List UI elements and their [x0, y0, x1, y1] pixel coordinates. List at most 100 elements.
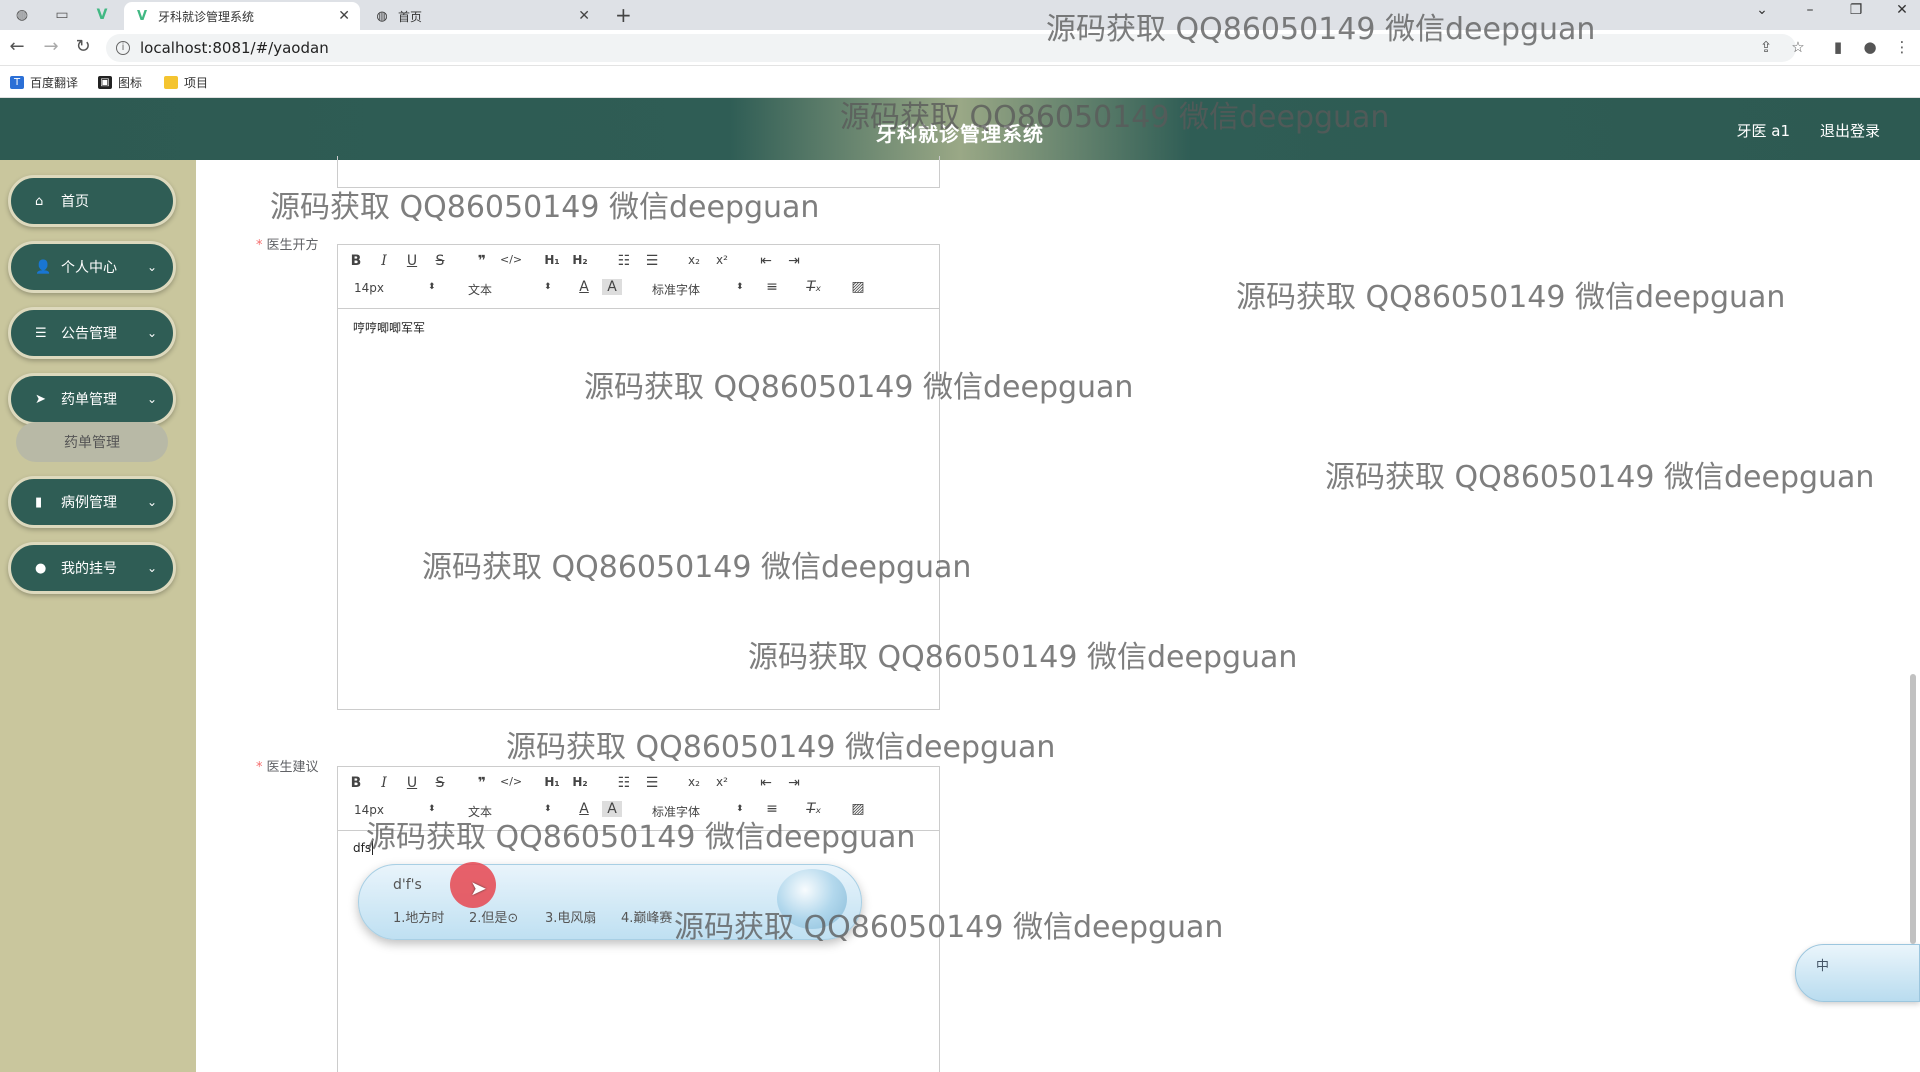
page-scrollbar[interactable]: [1910, 674, 1916, 944]
star-icon[interactable]: ☆: [1788, 38, 1808, 56]
sidebar-item-label: 药单管理: [61, 392, 117, 408]
bg-color-icon[interactable]: A: [602, 279, 622, 295]
ime-status-bar[interactable]: 中: [1795, 944, 1920, 1002]
h2-icon[interactable]: H₂: [570, 253, 590, 267]
sidebar-item-notice[interactable]: ☰ 公告管理 ⌄: [8, 307, 176, 359]
ordered-list-icon[interactable]: ☷: [614, 775, 634, 791]
updown-icon: ⬍: [428, 804, 436, 814]
bullet-list-icon[interactable]: ☰: [642, 775, 662, 791]
reload-icon[interactable]: ↻: [72, 36, 94, 57]
browser-tab-strip: ◍ ▭ V V 牙科就诊管理系统 ✕ ◍ 首页 ✕ + ⌄ – ❐ ✕: [0, 0, 1920, 30]
subscript-icon[interactable]: x₂: [684, 253, 704, 267]
code-icon[interactable]: </>: [500, 775, 522, 788]
editor-toolbar: B I U S ❞ </> H₁ H₂ ☷ ☰ x₂ x² ⇤ ⇥ 14px ⬍: [338, 245, 939, 309]
required-mark: *: [256, 238, 263, 253]
back-icon[interactable]: ←: [6, 36, 28, 57]
logout-link[interactable]: 退出登录: [1820, 120, 1880, 141]
sidepanel-icon[interactable]: ▮: [1828, 38, 1848, 56]
sidebar-item-personal[interactable]: 👤 个人中心 ⌄: [8, 241, 176, 293]
sidebar-item-home[interactable]: ⌂ 首页: [8, 175, 176, 227]
bookmark-item[interactable]: ▣ 图标: [98, 74, 142, 91]
share-icon[interactable]: ⇪: [1756, 38, 1776, 56]
quote-icon[interactable]: ❞: [472, 775, 492, 791]
submenu-prescription-manage[interactable]: 药单管理: [16, 422, 168, 462]
superscript-icon[interactable]: x²: [712, 775, 732, 789]
font-family-select[interactable]: 标准字体 ⬍: [652, 803, 746, 820]
indent-icon[interactable]: ⇥: [784, 775, 804, 791]
close-icon[interactable]: ✕: [338, 8, 350, 24]
quote-icon[interactable]: ❞: [472, 253, 492, 269]
window-close-icon[interactable]: ✕: [1892, 2, 1912, 18]
underline-icon[interactable]: U: [402, 775, 422, 791]
format-select[interactable]: 文本 ⬍: [468, 803, 552, 820]
updown-icon: ⬍: [736, 282, 744, 292]
required-mark: *: [256, 760, 263, 775]
sidebar-item-cases[interactable]: ▮ 病例管理 ⌄: [8, 476, 176, 528]
align-icon[interactable]: ≡: [762, 801, 782, 817]
sidebar-item-label: 我的挂号: [61, 561, 117, 577]
ime-candidate[interactable]: 3.电风扇: [545, 907, 596, 926]
align-icon[interactable]: ≡: [762, 279, 782, 295]
h1-icon[interactable]: H₁: [542, 253, 562, 267]
advice-editor-body[interactable]: dfs: [338, 831, 939, 865]
ime-candidate[interactable]: 4.巅峰赛: [621, 907, 672, 926]
blank-tab-icon[interactable]: ▭: [48, 4, 76, 26]
ordered-list-icon[interactable]: ☷: [614, 253, 634, 269]
underline-icon[interactable]: U: [402, 253, 422, 269]
outdent-icon[interactable]: ⇤: [756, 253, 776, 269]
strike-icon[interactable]: S: [430, 253, 450, 269]
tab-active[interactable]: V 牙科就诊管理系统 ✕: [124, 2, 360, 30]
font-size-select[interactable]: 14px ⬍: [354, 803, 438, 817]
new-tab-icon[interactable]: +: [615, 3, 632, 27]
vue-icon[interactable]: V: [88, 4, 116, 26]
font-color-icon[interactable]: A: [574, 801, 594, 817]
bg-color-icon[interactable]: A: [602, 801, 622, 817]
url-field[interactable]: i localhost:8081/#/yaodan: [106, 34, 1796, 62]
subscript-icon[interactable]: x₂: [684, 775, 704, 789]
current-user: 牙医 a1: [1736, 122, 1790, 140]
italic-icon[interactable]: I: [374, 253, 394, 269]
code-icon[interactable]: </>: [500, 253, 522, 266]
image-icon[interactable]: ▨: [848, 801, 868, 817]
info-icon[interactable]: i: [116, 41, 130, 55]
bookmark-label: 项目: [184, 76, 209, 90]
bookmark-item[interactable]: 项目: [164, 74, 208, 91]
prescription-editor-body[interactable]: 哼哼唧唧军军: [338, 309, 939, 346]
h2-icon[interactable]: H₂: [570, 775, 590, 789]
ime-decoration: [777, 869, 847, 929]
app-title: 牙科就诊管理系统: [876, 122, 1044, 146]
bold-icon[interactable]: B: [346, 253, 366, 269]
indent-icon[interactable]: ⇥: [784, 253, 804, 269]
font-family-select[interactable]: 标准字体 ⬍: [652, 281, 746, 298]
restore-icon[interactable]: ❐: [1846, 2, 1866, 18]
minimize-icon[interactable]: –: [1800, 2, 1820, 18]
bullet-list-icon[interactable]: ☰: [642, 253, 662, 269]
previous-field-box[interactable]: [337, 156, 940, 188]
clear-format-icon[interactable]: T̶ₓ: [804, 801, 824, 817]
bold-icon[interactable]: B: [346, 775, 366, 791]
chevron-down-icon[interactable]: ⌄: [1752, 2, 1772, 18]
image-icon[interactable]: ▨: [848, 279, 868, 295]
ime-candidate[interactable]: 1.地方时: [393, 907, 444, 926]
close-icon[interactable]: ✕: [578, 8, 590, 24]
ime-composition: d'f's: [393, 877, 422, 893]
globe-icon[interactable]: ◍: [8, 4, 36, 26]
bookmark-item[interactable]: T 百度翻译: [10, 74, 78, 91]
sidebar-item-prescription[interactable]: ➤ 药单管理 ⌄: [8, 373, 176, 425]
superscript-icon[interactable]: x²: [712, 253, 732, 267]
profile-icon[interactable]: ●: [1860, 38, 1880, 56]
font-color-icon[interactable]: A: [574, 279, 594, 295]
more-icon[interactable]: ⋮: [1892, 38, 1912, 56]
font-size-select[interactable]: 14px ⬍: [354, 281, 438, 295]
forward-icon[interactable]: →: [40, 36, 62, 57]
outdent-icon[interactable]: ⇤: [756, 775, 776, 791]
send-icon: ➤: [35, 391, 46, 407]
sidebar-item-registration[interactable]: ● 我的挂号 ⌄: [8, 542, 176, 594]
strike-icon[interactable]: S: [430, 775, 450, 791]
italic-icon[interactable]: I: [374, 775, 394, 791]
clear-format-icon[interactable]: T̶ₓ: [804, 279, 824, 295]
h1-icon[interactable]: H₁: [542, 775, 562, 789]
format-select[interactable]: 文本 ⬍: [468, 281, 552, 298]
ime-candidate[interactable]: 2.但是⊙: [469, 907, 518, 926]
tab-home[interactable]: ◍ 首页 ✕: [364, 2, 600, 30]
